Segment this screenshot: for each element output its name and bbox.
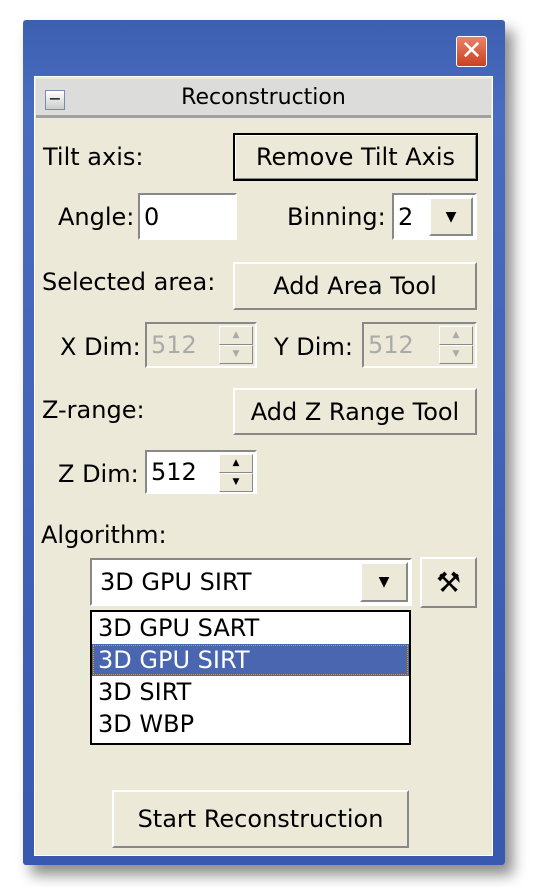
list-item[interactable]: 3D GPU SART bbox=[92, 612, 409, 644]
z-dim-label: Z Dim: bbox=[58, 460, 139, 488]
binning-value: 2 bbox=[398, 202, 414, 231]
x-dim-spinner[interactable]: 512 ▲ ▼ bbox=[145, 322, 257, 368]
tilt-axis-label: Tilt axis: bbox=[43, 143, 144, 171]
collapse-icon[interactable]: − bbox=[45, 90, 65, 110]
binning-select[interactable]: 2 ▼ bbox=[392, 193, 477, 240]
x-dim-label: X Dim: bbox=[60, 333, 141, 361]
algorithm-value: 3D GPU SIRT bbox=[100, 568, 252, 596]
z-dim-value: 512 bbox=[151, 458, 197, 486]
algorithm-label: Algorithm: bbox=[41, 521, 167, 549]
spin-up-icon[interactable]: ▲ bbox=[439, 326, 473, 345]
algorithm-settings-button[interactable]: ⚒ bbox=[420, 557, 477, 608]
selected-area-label: Selected area: bbox=[42, 268, 216, 296]
angle-value: 0 bbox=[144, 202, 160, 231]
y-dim-label: Y Dim: bbox=[274, 333, 353, 361]
remove-tilt-axis-button[interactable]: Remove Tilt Axis bbox=[233, 133, 478, 181]
chevron-down-icon[interactable]: ▼ bbox=[429, 197, 473, 236]
angle-input[interactable]: 0 bbox=[138, 193, 237, 240]
algorithm-select[interactable]: 3D GPU SIRT ▼ bbox=[90, 558, 412, 606]
spin-down-icon[interactable]: ▼ bbox=[219, 345, 253, 364]
angle-label: Angle: bbox=[58, 203, 135, 231]
x-dim-value: 512 bbox=[151, 331, 197, 359]
list-item[interactable]: 3D WBP bbox=[92, 708, 409, 740]
spin-up-icon[interactable]: ▲ bbox=[219, 326, 253, 345]
tools-icon: ⚒ bbox=[435, 566, 462, 599]
z-dim-spinner[interactable]: 512 ▲ ▼ bbox=[145, 450, 257, 494]
add-z-range-tool-button[interactable]: Add Z Range Tool bbox=[233, 388, 477, 435]
start-reconstruction-button[interactable]: Start Reconstruction bbox=[112, 790, 409, 848]
panel-title: Reconstruction bbox=[181, 85, 346, 110]
algorithm-dropdown-list: 3D GPU SART 3D GPU SIRT 3D SIRT 3D WBP bbox=[90, 610, 411, 745]
list-item[interactable]: 3D GPU SIRT bbox=[92, 644, 409, 676]
spin-down-icon[interactable]: ▼ bbox=[439, 345, 473, 364]
y-dim-value: 512 bbox=[368, 331, 414, 359]
list-item[interactable]: 3D SIRT bbox=[92, 676, 409, 708]
binning-label: Binning: bbox=[287, 203, 386, 231]
y-dim-spinner[interactable]: 512 ▲ ▼ bbox=[362, 322, 477, 368]
chevron-down-icon[interactable]: ▼ bbox=[360, 562, 408, 602]
z-range-label: Z-range: bbox=[42, 396, 145, 424]
add-area-tool-button[interactable]: Add Area Tool bbox=[233, 262, 477, 310]
panel-header[interactable]: Reconstruction bbox=[36, 79, 491, 118]
spin-down-icon[interactable]: ▼ bbox=[219, 473, 253, 492]
close-button[interactable]: ✕ bbox=[456, 36, 487, 67]
spin-up-icon[interactable]: ▲ bbox=[219, 454, 253, 473]
